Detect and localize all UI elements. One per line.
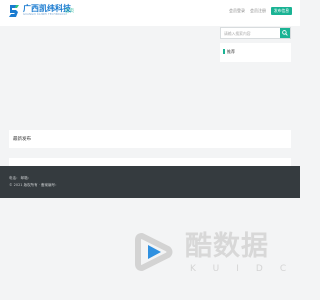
nav-home-link[interactable]: 首页 (65, 8, 74, 14)
register-link[interactable]: 会员注册 (250, 8, 266, 14)
latest-card: 最新发布 (9, 130, 291, 148)
sidebar-panel: 推荐 (220, 43, 291, 62)
site-logo[interactable]: 广西凯纬科技 GUANGXI KAIWEI TECHNOLOGY (8, 4, 71, 22)
search-icon (282, 30, 288, 36)
content-strip (9, 158, 291, 166)
site-footer: 电话： 邮箱： © 2021 版权所有 · 备案编号： (0, 166, 300, 198)
search-button[interactable] (280, 28, 290, 38)
watermark: 酷数据 KUIDC (130, 228, 286, 278)
logo-mark-icon (9, 5, 19, 17)
latest-card-title: 最新发布 (13, 137, 31, 142)
logo-name: 广西凯纬科技 (23, 4, 71, 13)
search-input[interactable] (221, 28, 281, 38)
watermark-subtext: KUIDC (190, 264, 304, 274)
search-box (220, 27, 291, 39)
footer-contact: 电话： 邮箱： (9, 176, 32, 180)
play-logo-icon (135, 233, 173, 271)
publish-button[interactable]: 发布信息 (271, 7, 292, 15)
sidebar-title-marker (223, 49, 225, 54)
logo-subtitle: GUANGXI KAIWEI TECHNOLOGY (23, 13, 68, 16)
watermark-text: 酷数据 (185, 231, 269, 262)
footer-copyright: © 2021 版权所有 · 备案编号： (9, 183, 59, 187)
site-header: 广西凯纬科技 GUANGXI KAIWEI TECHNOLOGY 首页 会员登录… (0, 0, 300, 26)
sidebar-title: 推荐 (227, 49, 235, 54)
login-link[interactable]: 会员登录 (229, 8, 245, 14)
